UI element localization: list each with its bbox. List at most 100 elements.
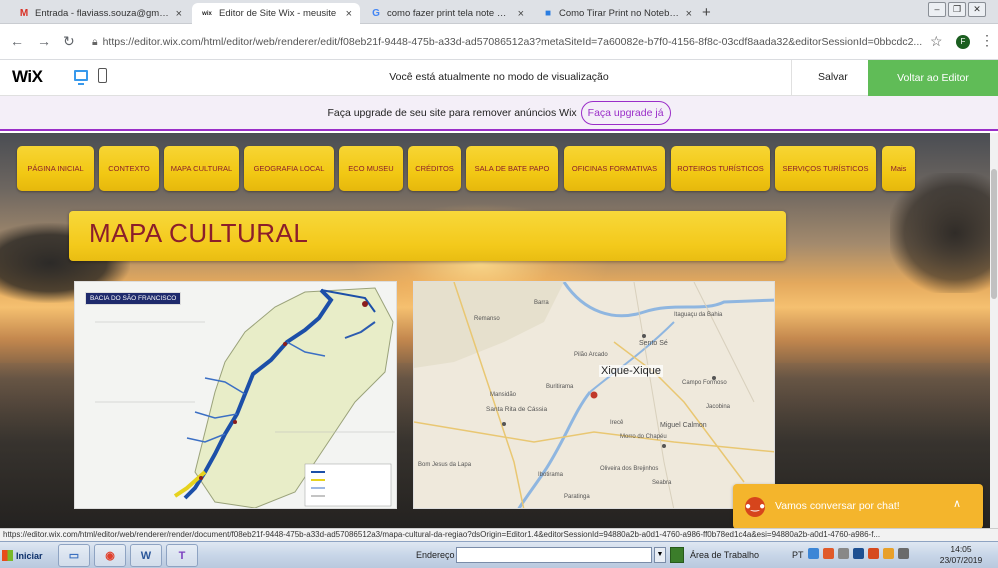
map-place-label: Jacobina [706, 404, 731, 410]
language-indicator[interactable]: PT [792, 550, 804, 560]
start-button[interactable]: Iniciar [2, 545, 52, 566]
tab-title: Entrada - flaviass.souza@gmail.c [35, 8, 170, 19]
close-window-icon[interactable]: ✕ [968, 2, 986, 17]
menu-item-creditos[interactable]: CRÉDITOS [408, 146, 461, 191]
back-icon[interactable]: ← [10, 33, 24, 49]
menu-item-servicos-turisticos[interactable]: SERVIÇOS TURÍSTICOS [775, 146, 876, 191]
url-field[interactable]: 🔒︎ https://editor.wix.com/html/editor/we… [92, 31, 928, 53]
tab-wix-editor[interactable]: wix Editor de Site Wix - meusite × [192, 3, 360, 24]
menu-item-pagina-inicial[interactable]: PÁGINA INICIAL [17, 146, 94, 191]
preview-mode-text: Você está atualmente no modo de visualiz… [389, 71, 609, 83]
map-place-label: Remanso [474, 316, 500, 322]
network-icon[interactable] [823, 548, 834, 559]
basin-map-drawing [75, 282, 396, 508]
printer-icon[interactable] [898, 548, 909, 559]
bacia-sao-francisco-map[interactable]: BACIA DO SÃO FRANCISCO [74, 281, 397, 509]
screen: { "browser": { "tabs": [ {"icon": "gmail… [0, 0, 998, 568]
store-icon: ■ [544, 7, 552, 19]
map-place-label: Buritirama [546, 384, 574, 390]
map-title-label: BACIA DO SÃO FRANCISCO [85, 292, 182, 305]
menu-item-oficinas-formativas[interactable]: OFICINAS FORMATIVAS [564, 146, 665, 191]
go-icon[interactable] [670, 547, 684, 563]
system-tray [808, 548, 909, 559]
tree-silhouette [890, 173, 990, 293]
lock-icon: 🔒︎ [92, 35, 98, 48]
address-label: Endereço [416, 550, 455, 560]
clock-time: 14:05 [950, 544, 972, 554]
map-place-label: Bom Jesus da Lapa [418, 462, 472, 468]
map-place-label: Ibotirama [538, 472, 564, 478]
map-place-label: Morro do Chapéu [620, 434, 667, 440]
map-place-label: Itaguaçu da Bahia [674, 312, 723, 318]
desktop-toolbar-label[interactable]: Área de Trabalho [690, 550, 759, 560]
upgrade-banner: Faça upgrade de seu site para remover an… [0, 96, 998, 131]
map-place-label: Barra [534, 300, 549, 306]
taskbar-clock[interactable]: 14:05 23/07/2019 [932, 544, 990, 566]
map-place-label: Seabra [652, 480, 672, 486]
file-explorer-icon[interactable]: ▭ [58, 544, 90, 567]
xique-xique-region-map[interactable]: Barra Remanso Pilão Arcado Sento Sé Itag… [413, 281, 775, 509]
address-bar: ← → ↻ 🔒︎ https://editor.wix.com/html/edi… [0, 24, 998, 60]
map-place-label: Mansidão [490, 392, 517, 398]
save-button[interactable]: Salvar [818, 71, 848, 83]
tab-google-search[interactable]: G como fazer print tela note book × [362, 3, 532, 24]
menu-item-contexto[interactable]: CONTEXTO [99, 146, 159, 191]
map-place-label: Sento Sé [639, 340, 668, 347]
wix-preview-bar: WiX Você está atualmente no modo de visu… [0, 60, 998, 96]
forward-icon[interactable]: → [37, 33, 51, 49]
menu-item-roteiros-turisticos[interactable]: ROTEIROS TURÍSTICOS [671, 146, 770, 191]
close-icon[interactable]: × [518, 8, 524, 20]
profile-avatar[interactable]: F [956, 35, 970, 49]
upgrade-button[interactable]: Faça upgrade já [580, 100, 671, 125]
google-icon: G [372, 7, 380, 19]
page-title: MAPA CULTURAL [89, 218, 309, 248]
map-place-label: Miguel Calmon [660, 422, 707, 429]
taskbar: Iniciar ▭ ◉ W T Endereço ▼ Área de Traba… [0, 541, 998, 568]
close-icon[interactable]: × [176, 8, 182, 20]
chat-icon: ●‿● [745, 497, 765, 517]
close-icon[interactable]: × [686, 8, 692, 20]
menu-item-mapa-cultural[interactable]: MAPA CULTURAL [164, 146, 239, 191]
desktop-view-icon[interactable] [74, 70, 88, 85]
tab-title: Como Tirar Print no Notebook S [559, 8, 680, 19]
taskbar-address-input[interactable] [456, 547, 652, 563]
menu-item-eco-museu[interactable]: ECO MUSEU [339, 146, 403, 191]
office-icon[interactable] [868, 548, 879, 559]
menu-item-mais[interactable]: Mais [882, 146, 915, 191]
map-place-label: Campo Formoso [682, 380, 727, 386]
map-place-label: Santa Rita de Cássia [486, 406, 548, 413]
menu-item-geografia-local[interactable]: GEOGRAFIA LOCAL [244, 146, 334, 191]
flag-icon[interactable] [808, 548, 819, 559]
map-place-label: Irecê [610, 420, 624, 426]
tab-title: Editor de Site Wix - meusite [219, 8, 337, 19]
gmail-icon: M [19, 7, 29, 19]
bookmark-star-icon[interactable]: ☆ [930, 33, 943, 50]
close-icon[interactable]: × [346, 8, 352, 20]
map-place-label: Pilão Arcado [574, 352, 608, 358]
upgrade-text: Faça upgrade de seu site para remover an… [327, 106, 577, 119]
menu-item-sala-de-bate-papo[interactable]: SALA DE BATE PAPO [466, 146, 558, 191]
wix-icon: wix [202, 10, 212, 17]
antivirus-icon[interactable] [883, 548, 894, 559]
page-scrollbar[interactable] [990, 133, 998, 529]
new-tab-button[interactable]: + [702, 4, 711, 21]
tab-gmail[interactable]: M Entrada - flaviass.souza@gmail.c × [10, 3, 190, 24]
word-icon[interactable]: W [130, 544, 162, 567]
teams-icon[interactable]: T [166, 544, 198, 567]
maximize-icon[interactable]: ❐ [948, 2, 966, 17]
reload-icon[interactable]: ↻ [63, 33, 75, 50]
back-to-editor-button[interactable]: Voltar ao Editor [868, 60, 998, 96]
volume-icon[interactable] [838, 548, 849, 559]
url-text: https://editor.wix.com/html/editor/web/r… [102, 36, 923, 48]
chat-widget[interactable]: ●‿● Vamos conversar por chat! ∧ [733, 484, 983, 529]
dropbox-icon[interactable] [853, 548, 864, 559]
chevron-up-icon[interactable]: ∧ [953, 497, 961, 510]
address-dropdown-icon[interactable]: ▼ [654, 547, 666, 563]
chrome-icon[interactable]: ◉ [94, 544, 126, 567]
mobile-view-icon[interactable] [98, 68, 107, 83]
tab-print-notebook[interactable]: ■ Como Tirar Print no Notebook S × [534, 3, 700, 24]
tab-title: como fazer print tela note book [387, 8, 512, 19]
scrollbar-thumb[interactable] [991, 169, 997, 299]
minimize-icon[interactable]: – [928, 2, 946, 17]
menu-kebab-icon[interactable]: ⋮ [980, 32, 994, 49]
